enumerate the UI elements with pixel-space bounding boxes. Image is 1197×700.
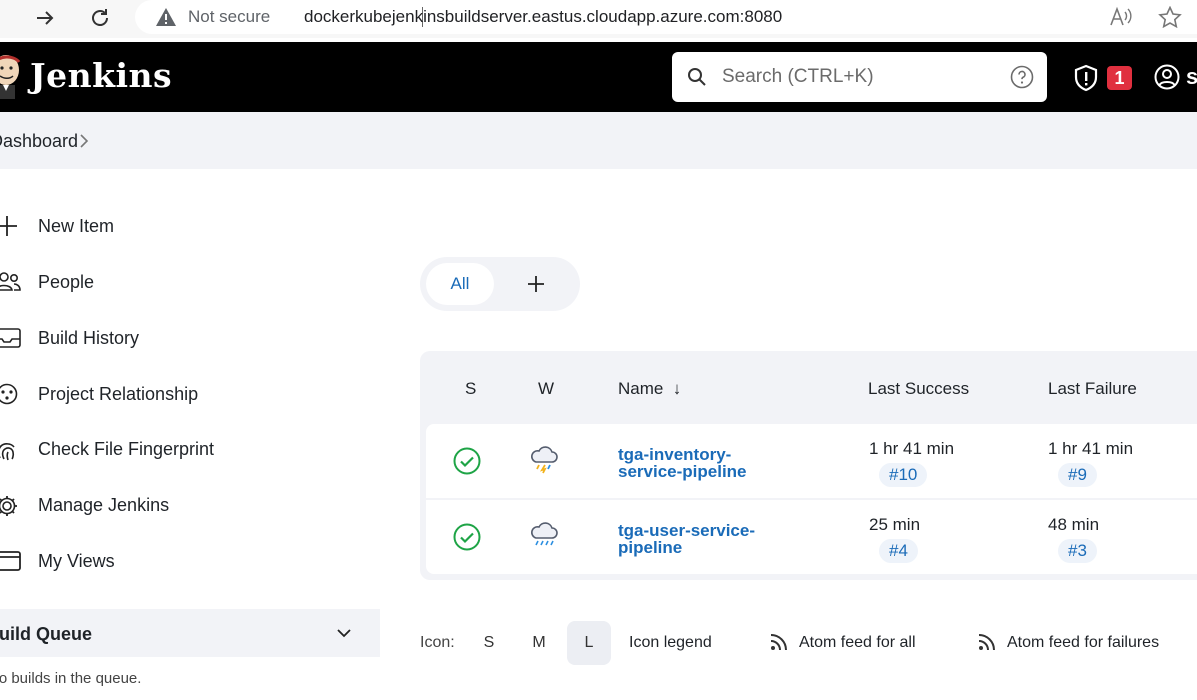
reload-icon [92,9,108,26]
last-failure-build-link[interactable]: #9 [1058,463,1097,487]
atom-feed-failures-link[interactable]: Atom feed for failures [1007,634,1159,652]
sidebar-item-project-relationship[interactable]: Project Relationship [0,374,360,414]
add-view-icon[interactable] [525,273,547,295]
security-badge[interactable]: 1 [1107,66,1132,90]
sidebar-item-label: People [38,272,95,292]
column-header-weather[interactable]: W [538,379,554,399]
sidebar-item-new-item[interactable]: New Item [0,206,360,246]
last-success-build-link[interactable]: #10 [879,463,928,487]
sidebar-item-label: My Views [38,551,115,571]
tab-all[interactable]: All [426,263,494,305]
thunderstorm-icon[interactable] [528,443,560,475]
forward-button[interactable] [30,4,60,32]
job-name-line: service-pipeline [618,462,747,481]
build-queue-header[interactable]: Build Queue [0,609,380,657]
rss-feed-icon[interactable] [977,632,997,652]
atom-feed-all-link[interactable]: Atom feed for all [799,634,916,652]
last-success-time: 25 min [869,515,921,534]
user-name[interactable]: s [1186,64,1197,90]
user-icon[interactable] [1154,64,1180,90]
success-status-icon[interactable] [452,522,482,552]
sidebar-item-manage-jenkins[interactable]: Manage Jenkins [0,485,360,525]
gear-icon [0,496,17,516]
icon-legend-link[interactable]: Icon legend [629,634,712,652]
last-failure-time: 48 min [1048,515,1100,534]
build-queue-empty: No builds in the queue. [0,670,142,687]
fingerprint-icon [0,443,15,461]
icon-size-label: Icon: [420,634,455,651]
last-failure-build-link[interactable]: #3 [1058,539,1097,563]
search-input[interactable] [722,60,992,94]
address-bar[interactable]: Not secure dockerkubejenkinsbuildserver.… [135,0,1197,34]
view-tabs: All [420,257,580,311]
sidebar-item-label: Check File Fingerprint [38,439,215,459]
relationship-icon [0,383,18,405]
last-success-time: 1 hr 41 min [869,439,955,458]
people-icon [0,272,21,291]
column-header-status[interactable]: S [465,379,476,399]
column-header-name[interactable]: Name ↓ [618,379,681,399]
projectstatus-table: S W Name ↓ Last Success Last Failure tga… [420,351,1197,580]
jenkins-logo[interactable] [0,52,22,100]
rain-cloud-icon[interactable] [528,519,560,551]
sidebar-item-fingerprint[interactable]: Check File Fingerprint [0,429,360,469]
chevron-down-icon[interactable] [335,624,353,642]
table-row: tga-inventory-service-pipeline 1 hr 41 m… [426,424,1197,498]
icon-size-s-button[interactable]: S [467,621,511,665]
last-failure-time: 1 hr 41 min [1048,439,1134,458]
url-text[interactable]: dockerkubejenkinsbuildserver.eastus.clou… [304,7,782,27]
table-row: tga-user-service-pipeline 25 min #4 48 m… [426,500,1197,574]
icon-size-m-button[interactable]: M [517,621,561,665]
breadcrumb: Dashboard [0,112,1197,169]
search-box[interactable] [672,52,1047,102]
column-header-last-success[interactable]: Last Success [868,379,969,399]
build-queue-title: Build Queue [0,624,93,644]
security-status[interactable]: Not secure [188,7,270,27]
jenkins-header: Jenkins 1 s [0,42,1197,112]
reload-button[interactable] [85,4,115,32]
job-link[interactable]: tga-inventory-service-pipeline [618,446,798,480]
sidebar-item-build-history[interactable]: Build History [0,318,360,358]
plus-icon [0,216,17,236]
sidebar-item-label: New Item [38,216,115,236]
chevron-right-icon[interactable] [79,134,89,148]
column-header-last-failure[interactable]: Last Failure [1048,379,1137,399]
warning-icon [156,8,176,26]
job-link[interactable]: tga-user-service-pipeline [618,522,798,556]
arrow-right-icon [37,11,54,25]
sidebar-item-label: Build History [38,328,140,348]
shield-icon[interactable] [1073,64,1099,92]
last-success-build-link[interactable]: #4 [879,539,918,563]
favorite-star-icon[interactable] [1158,6,1182,28]
sidebar-item-label: Manage Jenkins [38,495,170,515]
help-icon[interactable] [1010,65,1034,89]
read-aloud-icon[interactable] [1109,6,1133,28]
sidebar-item-label: Project Relationship [38,384,199,404]
app-title[interactable]: Jenkins [30,56,172,95]
sidebar-item-my-views[interactable]: My Views [0,541,360,581]
search-icon [688,68,706,86]
browser-toolbar: Not secure dockerkubejenkinsbuildserver.… [0,0,1197,38]
job-name-line: pipeline [618,538,683,557]
icon-size-l-button[interactable]: L [567,621,611,665]
window-icon [0,551,21,571]
sidebar-item-people[interactable]: People [0,262,360,302]
success-status-icon[interactable] [452,446,482,476]
inbox-icon [0,328,21,348]
rss-feed-icon[interactable] [769,632,789,652]
breadcrumb-dashboard[interactable]: Dashboard [0,131,78,152]
